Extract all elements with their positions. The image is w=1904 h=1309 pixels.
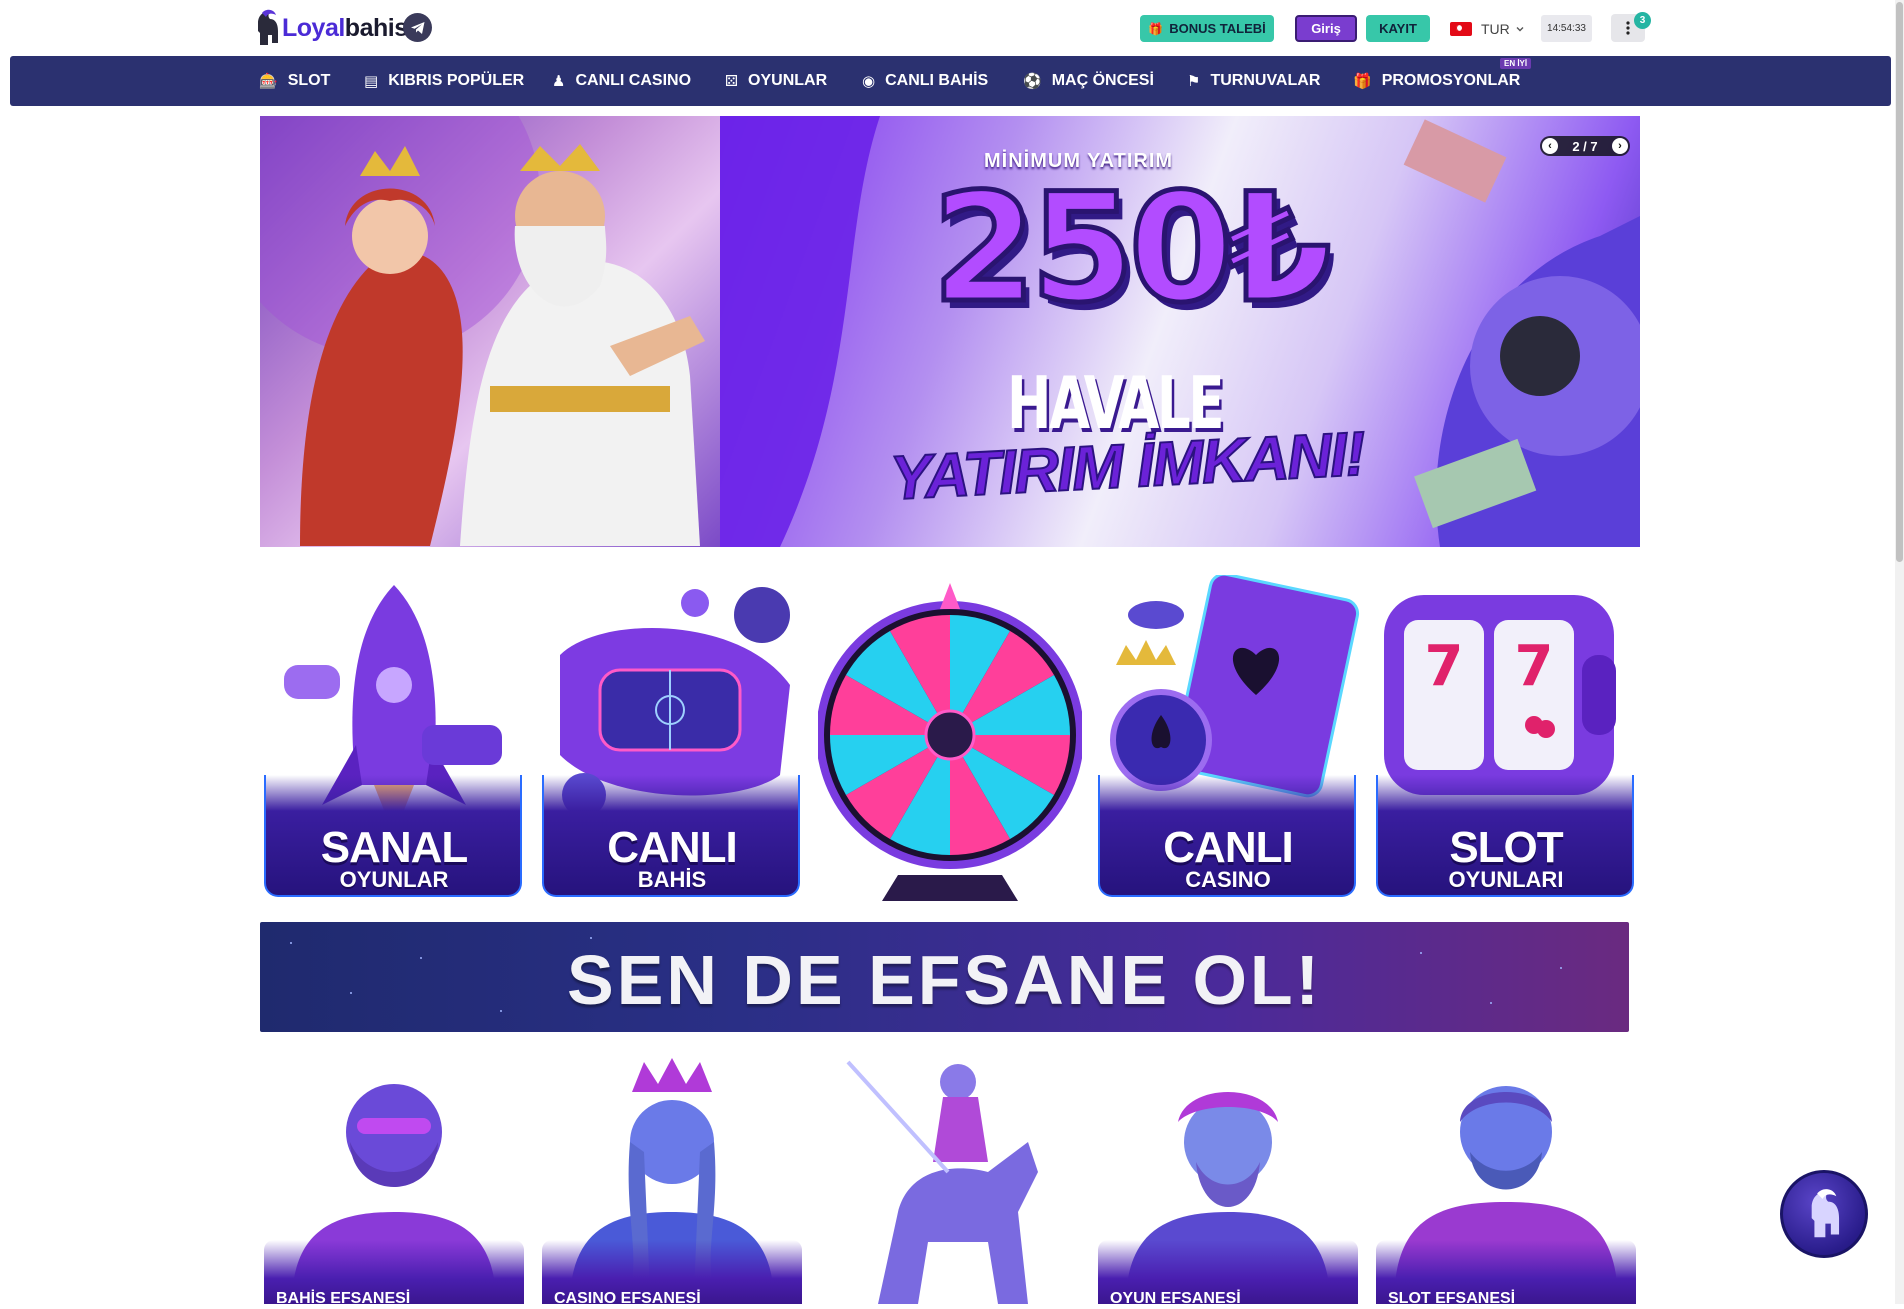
nav-item-label: PROMOSYONLAR	[1381, 72, 1521, 89]
legend-warrior[interactable]	[818, 1052, 1082, 1304]
nav-item-label: SLOT	[287, 72, 331, 89]
login-button[interactable]: Giriş	[1295, 15, 1357, 42]
hero-characters-art	[260, 116, 705, 546]
nav-item-slot[interactable]: 🎰 SLOT	[259, 56, 330, 106]
nav-item-label: CANLI CASINO	[575, 72, 692, 89]
category-slot-oyunlari[interactable]: 7 7 SLOT OYUNLARI	[1374, 575, 1638, 901]
fortune-wheel-icon	[818, 583, 1082, 901]
dots-glyph	[1626, 21, 1630, 35]
legend-bahis[interactable]: BAHİS EFSANESİ	[262, 1052, 526, 1307]
category-wheel-of-fortune[interactable]	[818, 575, 1082, 901]
category-subtitle: OYUNLARI	[1448, 867, 1564, 892]
login-label: Giriş	[1311, 21, 1341, 36]
tournament-icon: ⚑	[1187, 73, 1201, 90]
page-scrollbar[interactable]	[1895, 0, 1904, 1304]
hero-slider[interactable]: MİNİMUM YATIRIM 250₺ HAVALE YATIRIM İMKA…	[260, 116, 1640, 547]
legend-label: OYUN EFSANESİ	[1110, 1290, 1241, 1307]
hero-characters-image	[260, 116, 720, 547]
language-label: TUR	[1481, 21, 1510, 37]
category-title: SANAL	[320, 823, 469, 872]
hero-promo-banner: MİNİMUM YATIRIM 250₺ HAVALE YATIRIM İMKA…	[720, 116, 1640, 547]
slider-prev-icon[interactable]: ‹	[1542, 138, 1558, 154]
telegram-icon[interactable]	[403, 13, 432, 42]
dice-icon: ⚄	[725, 73, 739, 90]
nav-item-oyunlar[interactable]: ⚄ OYUNLAR	[725, 56, 827, 106]
telegram-glyph	[410, 21, 424, 34]
nav-item-label: MAÇ ÖNCESİ	[1051, 72, 1154, 89]
gift-icon: 🎁	[1148, 21, 1164, 36]
legend-casino[interactable]: CASINO EFSANESİ	[540, 1052, 804, 1307]
legend-label: CASINO EFSANESİ	[554, 1290, 701, 1307]
spartan-helmet-icon	[258, 9, 278, 45]
legend-label: BAHİS EFSANESİ	[276, 1290, 411, 1307]
legend-slot[interactable]: SLOT EFSANESİ	[1374, 1052, 1638, 1307]
category-title: SLOT	[1449, 823, 1563, 872]
category-title: CANLI	[1163, 823, 1293, 872]
register-button[interactable]: KAYIT	[1366, 15, 1430, 42]
logo-text: Loyalbahis	[282, 14, 408, 43]
gift-icon: 🎁	[1353, 73, 1372, 90]
category-canli-casino[interactable]: CANLI CASINO	[1096, 575, 1360, 901]
legend-oyun[interactable]: OYUN EFSANESİ	[1096, 1052, 1360, 1307]
category-canli-bahis[interactable]: CANLI BAHİS	[540, 575, 804, 901]
bonus-request-label: BONUS TALEBİ	[1169, 21, 1266, 36]
slider-next-icon[interactable]: ›	[1611, 138, 1628, 154]
logo-text-bahis: bahis	[344, 13, 408, 42]
legend-label: SLOT EFSANESİ	[1388, 1290, 1516, 1307]
live-icon: ◉	[862, 73, 876, 90]
category-subtitle: BAHİS	[637, 867, 707, 892]
nav-item-label: TURNUVALAR	[1210, 72, 1321, 89]
legend-banner[interactable]: SEN DE EFSANE OL!	[260, 922, 1629, 1032]
logo-text-loyal: Loyal	[282, 13, 345, 42]
language-selector[interactable]: TUR	[1450, 18, 1525, 40]
register-label: KAYIT	[1379, 21, 1417, 36]
logo[interactable]: Loyalbahis	[254, 8, 408, 48]
nav-item-label: KIBRIS POPÜLER	[388, 72, 525, 89]
football-icon: ⚽	[1023, 73, 1042, 90]
chevron-down-icon	[1516, 27, 1524, 32]
ticket-icon: ▤	[364, 73, 379, 90]
dealer-icon: ♟	[552, 73, 566, 90]
star-decoration	[590, 937, 592, 939]
slider-controls: ‹ 2 / 7 ›	[1540, 136, 1630, 156]
spartan-helmet-icon	[1811, 1189, 1840, 1238]
category-subtitle: OYUNLAR	[339, 867, 449, 892]
horse-rider-statue-icon	[846, 1060, 1038, 1304]
legend-banner-text: SEN DE EFSANE OL!	[567, 941, 1322, 1019]
slide-indicator: 2 / 7	[1572, 138, 1598, 154]
nav-item-turnuvalar[interactable]: ⚑ TURNUVALAR	[1187, 56, 1320, 106]
nav-item-mac-oncesi[interactable]: ⚽ MAÇ ÖNCESİ	[1023, 56, 1154, 106]
svg-text:7: 7	[1515, 634, 1554, 699]
category-title: CANLI	[607, 823, 737, 872]
nav-item-kibris-populer[interactable]: ▤ KIBRIS POPÜLER	[364, 56, 524, 106]
notification-badge: 3	[1634, 12, 1651, 29]
turkey-flag-icon	[1450, 22, 1472, 36]
hero-amount: 250₺	[929, 160, 1333, 339]
promo-badge: EN İYİ	[1500, 58, 1532, 69]
category-subtitle: CASINO	[1185, 867, 1271, 892]
svg-text:7: 7	[1425, 634, 1464, 699]
nav-item-label: CANLI BAHİS	[885, 72, 989, 89]
nav-item-canli-bahis[interactable]: ◉ CANLI BAHİS	[862, 56, 988, 106]
scrollbar-thumb[interactable]	[1896, 2, 1903, 562]
main-nav: 🎰 SLOT ▤ KIBRIS POPÜLER ♟ CANLI CASINO ⚄…	[10, 56, 1891, 106]
slot-icon: 🎰	[259, 73, 278, 90]
bonus-request-button[interactable]: 🎁 BONUS TALEBİ	[1140, 15, 1274, 42]
category-sanal-oyunlar[interactable]: SANAL OYUNLAR	[262, 575, 526, 901]
nav-item-canli-casino[interactable]: ♟ CANLI CASINO	[552, 56, 691, 106]
live-support-button[interactable]	[1780, 1170, 1868, 1258]
nav-item-label: OYUNLAR	[748, 72, 828, 89]
nav-item-promosyonlar[interactable]: 🎁 PROMOSYONLAR	[1353, 56, 1520, 106]
top-bar: Loyalbahis 🎁 BONUS TALEBİ Giriş KAYIT TU…	[0, 0, 1904, 56]
clock: 14:54:33	[1541, 15, 1592, 42]
